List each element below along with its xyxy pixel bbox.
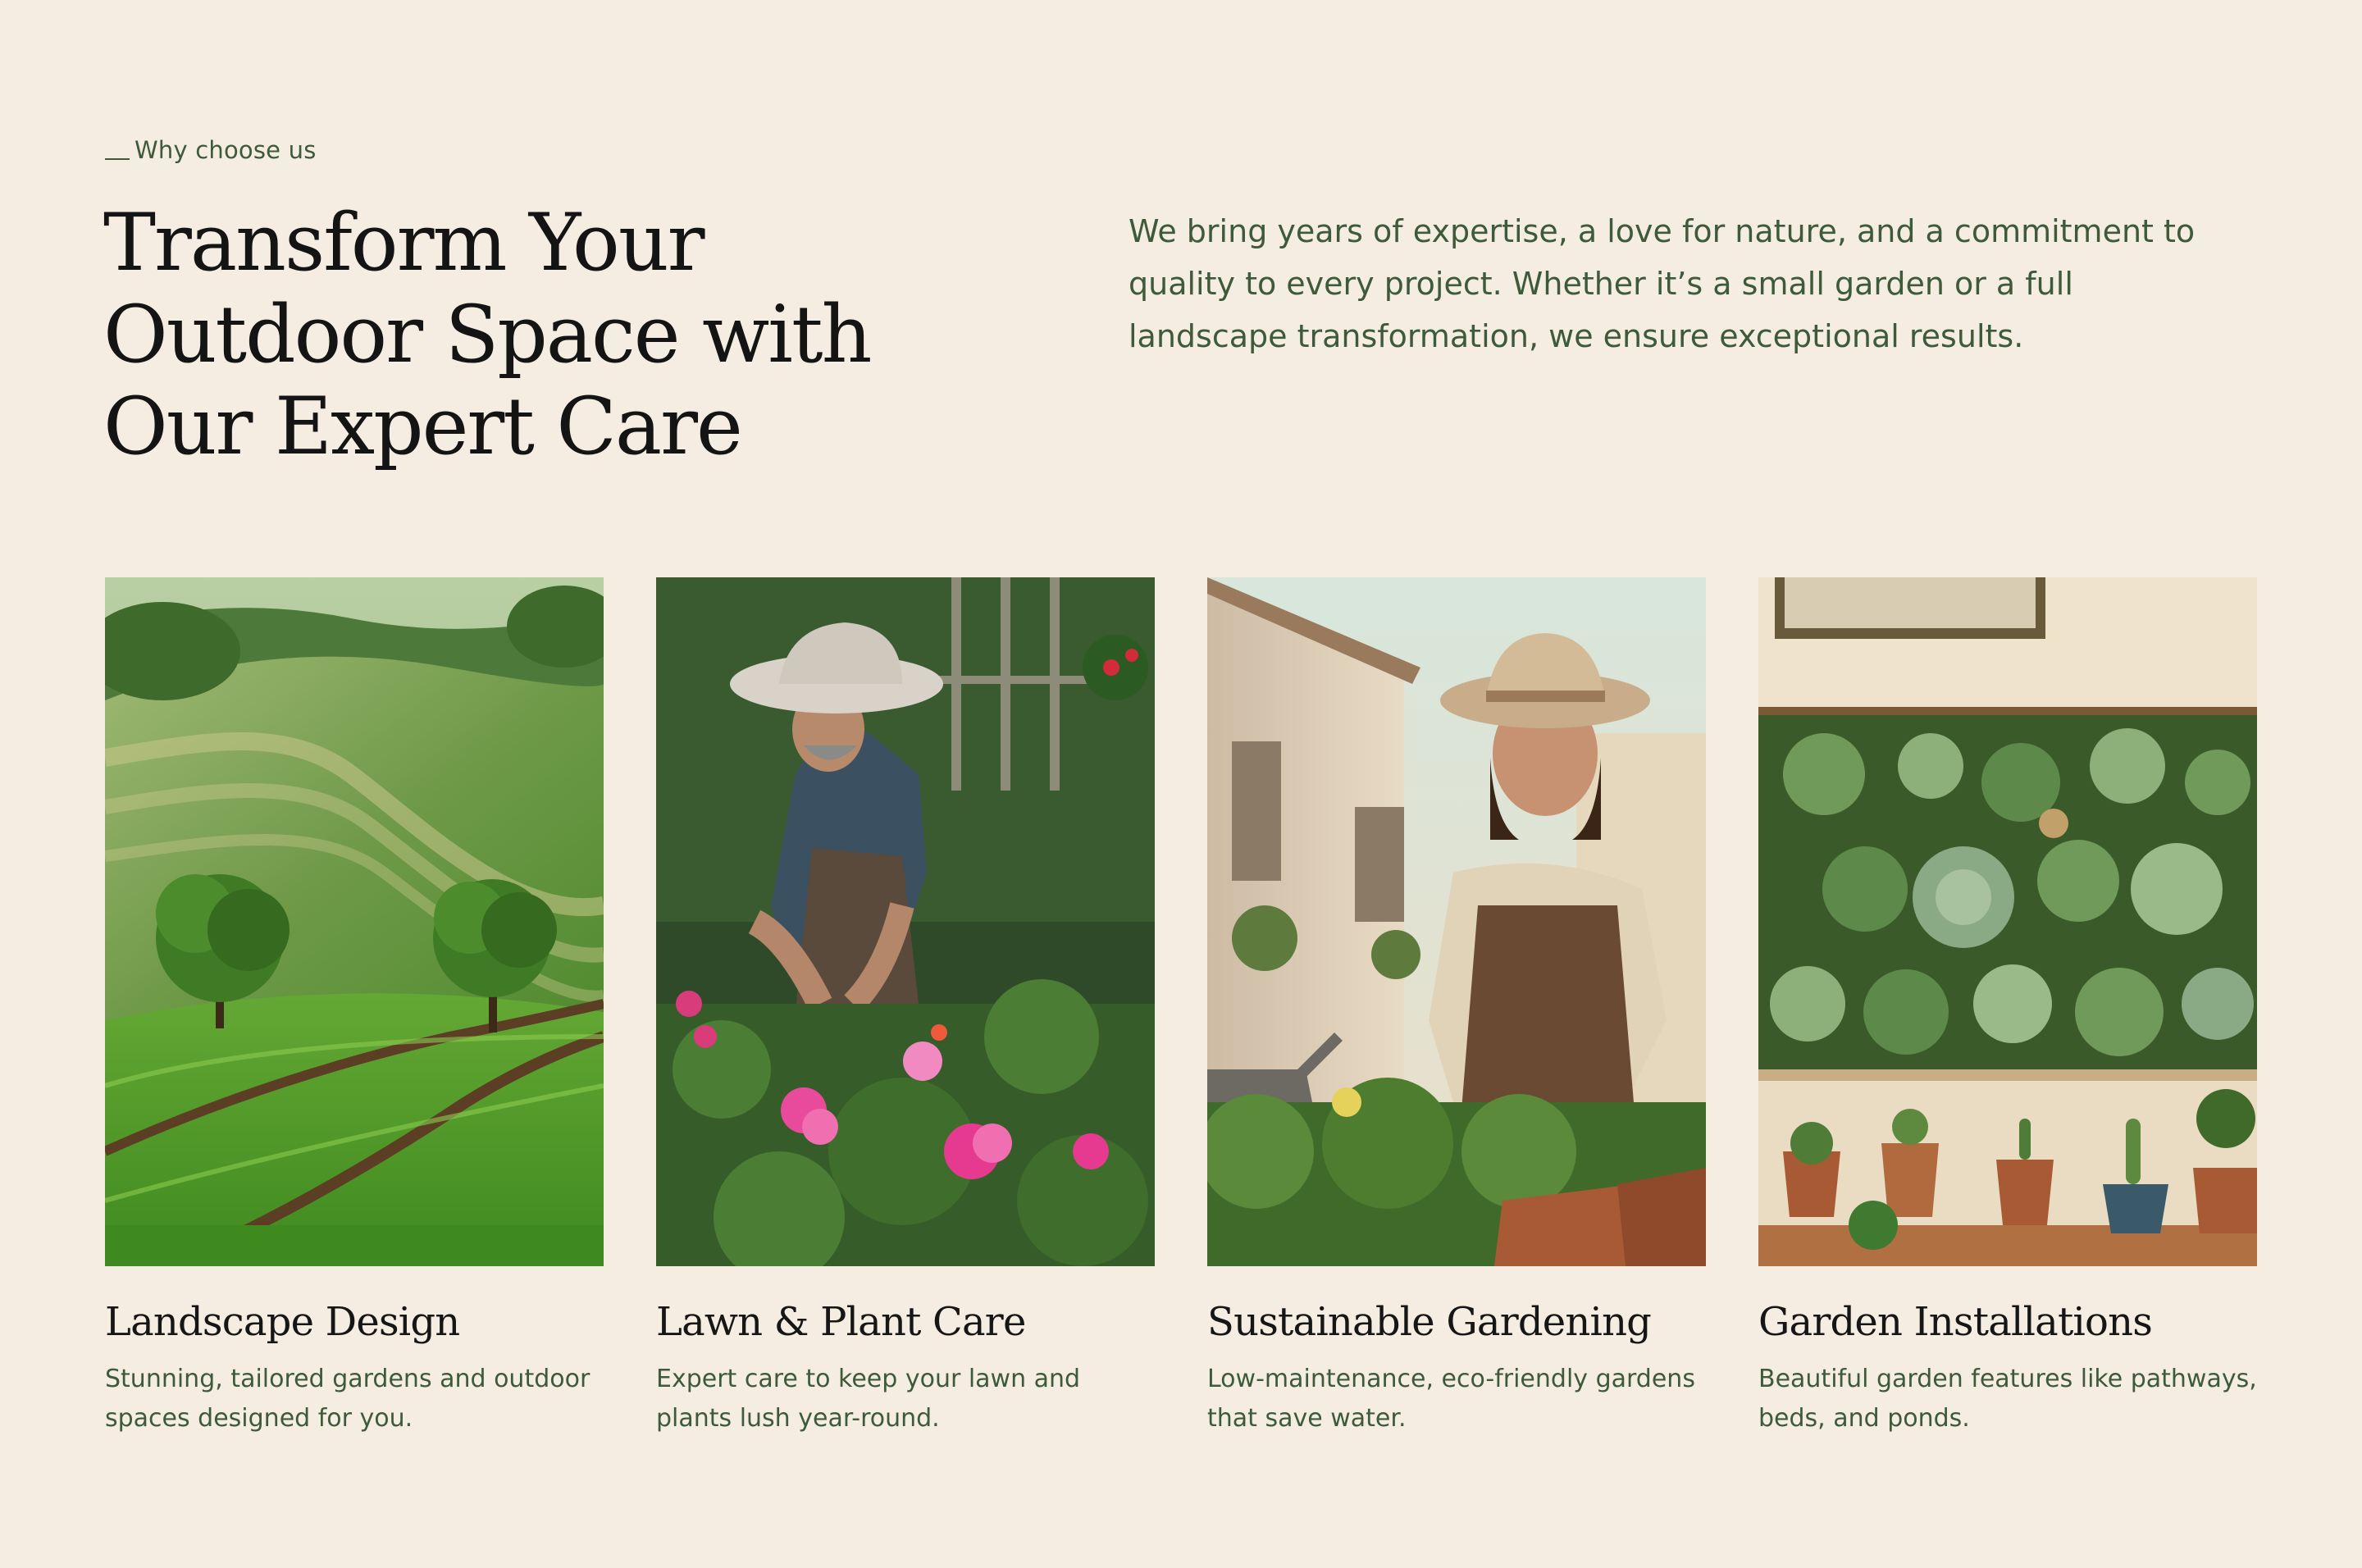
service-description: Expert care to keep your lawn and plants… bbox=[656, 1365, 1081, 1433]
section-intro: We bring years of expertise, a love for … bbox=[1129, 213, 2196, 354]
service-title: Sustainable Gardening bbox=[1207, 1299, 1652, 1345]
services-grid: Landscape Design Stunning, tailored gard… bbox=[105, 577, 2257, 1438]
gardener-illustration bbox=[656, 577, 1155, 1266]
eyebrow-dash bbox=[105, 158, 130, 160]
service-card-garden-installations[interactable]: Garden Installations Beautiful garden fe… bbox=[1758, 577, 2257, 1438]
landscape-illustration bbox=[105, 577, 604, 1266]
service-title: Garden Installations bbox=[1758, 1299, 2153, 1345]
service-description: Beautiful garden features like pathways,… bbox=[1758, 1365, 2257, 1433]
service-image-succulent-wall bbox=[1758, 577, 2257, 1266]
service-image-landscape bbox=[105, 577, 604, 1266]
eyebrow-label: Why choose us bbox=[135, 136, 317, 164]
woman-gardener-illustration bbox=[1207, 577, 1706, 1266]
service-card-landscape-design[interactable]: Landscape Design Stunning, tailored gard… bbox=[105, 577, 604, 1438]
service-image-gardener bbox=[656, 577, 1155, 1266]
service-description: Low-maintenance, eco-friendly gardens th… bbox=[1207, 1365, 1695, 1433]
service-title: Lawn & Plant Care bbox=[656, 1299, 1026, 1345]
service-title: Landscape Design bbox=[105, 1299, 460, 1345]
service-card-sustainable-gardening[interactable]: Sustainable Gardening Low-maintenance, e… bbox=[1207, 577, 1706, 1438]
headline-line-3: Our Expert Care bbox=[103, 381, 743, 472]
section-headline: Transform Your Outdoor Space with Our Ex… bbox=[103, 197, 923, 472]
section-eyebrow: Why choose us bbox=[105, 136, 317, 164]
service-card-lawn-plant-care[interactable]: Lawn & Plant Care Expert care to keep yo… bbox=[656, 577, 1155, 1438]
succulent-wall-illustration bbox=[1758, 577, 2257, 1266]
service-description: Stunning, tailored gardens and outdoor s… bbox=[105, 1365, 590, 1433]
headline-line-2: Outdoor Space with bbox=[103, 289, 872, 381]
service-image-woman-gardener bbox=[1207, 577, 1706, 1266]
headline-line-1: Transform Your bbox=[103, 197, 705, 289]
